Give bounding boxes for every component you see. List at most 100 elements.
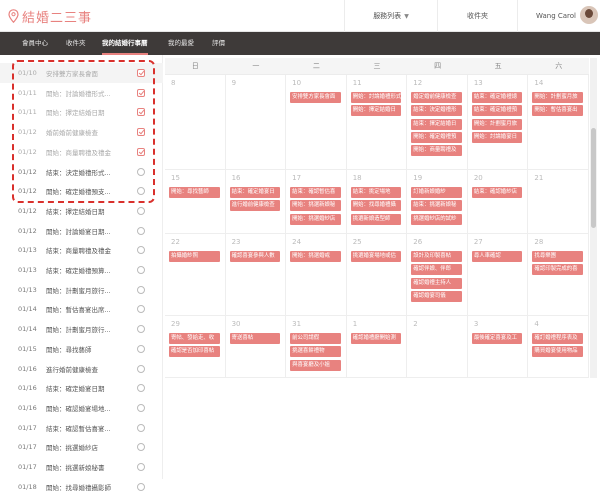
inbox-link[interactable]: 收件夾: [437, 0, 517, 32]
task-list-item[interactable]: 01/16 開始：確認婚宴場地...: [0, 398, 163, 418]
calendar-event[interactable]: 婚定婚前健康檢查: [411, 92, 462, 103]
calendar-event[interactable]: 確認是否加印喜帖: [169, 346, 220, 358]
calendar-event[interactable]: 結束：確認暫估喜: [290, 187, 341, 198]
calendar-event[interactable]: 挑選新娘造型師: [350, 213, 402, 225]
calendar-event[interactable]: 開始：計劃蜜月旅: [471, 118, 523, 130]
calendar-day-cell[interactable]: 30 寄送喜帖: [225, 316, 287, 378]
task-list-item[interactable]: 01/13 結束：確定婚禮預算...: [0, 260, 163, 280]
task-list-item[interactable]: 01/17 開始：挑選婚紗店: [0, 437, 163, 457]
task-checkbox[interactable]: [137, 285, 145, 294]
calendar-day-cell[interactable]: 26 設計及印製喜帖 確認伴娘、伴郎 確認婚禮主持人 確認婚宴司儀: [407, 234, 468, 316]
services-menu[interactable]: 服務列表 ▼: [344, 0, 437, 32]
calendar-day-cell[interactable]: 25 挑選婚宴場地或估: [346, 234, 408, 316]
calendar-event[interactable]: 最後確定喜宴及工: [471, 333, 523, 344]
calendar-day-cell[interactable]: 24 開始：挑選婚戒: [286, 234, 347, 316]
task-checkbox[interactable]: [137, 325, 145, 334]
calendar-event[interactable]: 開始：暫估喜宴出: [532, 105, 583, 117]
calendar-event[interactable]: 開始：計劃蜜月旅: [532, 92, 583, 103]
calendar-day-cell[interactable]: 8: [165, 75, 226, 170]
calendar-day-cell[interactable]: 2: [407, 316, 468, 378]
calendar-day-cell[interactable]: 15 開始：尋找藝師: [165, 170, 226, 234]
calendar-event[interactable]: 結束：挑選新娘秘: [411, 200, 462, 212]
task-checkbox[interactable]: [137, 305, 145, 314]
calendar-event[interactable]: 確認印製完成的喜: [532, 264, 583, 276]
calendar-event[interactable]: 結束：確定婚禮預: [471, 105, 523, 117]
calendar-day-cell[interactable]: 29 寄帖、發給走、收 確認是否加印喜帖: [165, 316, 226, 378]
nav-favorites[interactable]: 我的最愛: [168, 32, 194, 55]
task-checkbox[interactable]: [137, 482, 145, 491]
nav-wedding-calendar[interactable]: 我的結婚行事曆: [102, 32, 148, 55]
calendar-event[interactable]: 開始：挑選新娘秘: [290, 200, 341, 212]
task-checkbox[interactable]: [137, 443, 145, 452]
nav-inbox[interactable]: 收件夾: [66, 32, 86, 55]
scrollbar-thumb[interactable]: [591, 128, 596, 228]
calendar-event[interactable]: 結束：確定婚宴日: [229, 187, 281, 198]
calendar-event[interactable]: 挑選喜餅禮物: [290, 346, 341, 358]
calendar-day-cell[interactable]: 1 確認婚禮廳開始測: [346, 316, 408, 378]
calendar-day-cell[interactable]: 13 結束：確定婚禮總 結束：確定婚禮預 開始：計劃蜜月旅 開始：討論婚宴日: [467, 75, 529, 170]
task-list-item[interactable]: 01/13 結束：商量聘禮及禮金: [0, 240, 163, 260]
calendar-day-cell[interactable]: 17 結束：確認暫估喜 開始：挑選新娘秘 開始：挑選婚紗店: [286, 170, 347, 234]
calendar-event[interactable]: 尋人車確認: [471, 251, 523, 262]
task-list-item[interactable]: 01/17 結束：確認暫估喜宴...: [0, 418, 163, 438]
calendar-event[interactable]: 與喜宴廳及小姐: [290, 359, 341, 371]
task-list-item[interactable]: 01/18 開始：找尋婚禮攝影師: [0, 477, 163, 497]
site-logo[interactable]: 結婚二三事: [8, 6, 92, 26]
calendar-event[interactable]: 開始：尋找藝師: [169, 187, 220, 198]
calendar-event[interactable]: 開始：確定婚禮預: [411, 131, 462, 143]
task-checkbox[interactable]: [137, 226, 145, 235]
task-checkbox[interactable]: [137, 246, 145, 255]
calendar-event[interactable]: 開始：挑選婚紗店: [290, 213, 341, 225]
calendar-event[interactable]: 進行婚前健康檢查: [229, 200, 281, 212]
task-list-item[interactable]: 01/16 結束：確定婚宴日期: [0, 378, 163, 398]
calendar-event[interactable]: 結束：擇定結婚日: [411, 118, 462, 130]
nav-member-center[interactable]: 會員中心: [22, 32, 48, 55]
calendar-day-cell[interactable]: 11 開始：討論婚禮形式 開始：擇定結婚日: [346, 75, 408, 170]
task-list-item[interactable]: 01/13 開始：計劃蜜月旅行...: [0, 280, 163, 300]
calendar-event[interactable]: 挑選婚宴場地或估: [350, 251, 402, 262]
calendar-event[interactable]: 設計及印製喜帖: [411, 251, 462, 262]
task-list-item[interactable]: 01/17 開始：挑選新娘秘書: [0, 457, 163, 477]
calendar-day-cell[interactable]: 28 找尋樂團 確認印製完成的喜: [528, 234, 589, 316]
calendar-day-cell[interactable]: 16 結束：確定婚宴日 進行婚前健康檢查: [225, 170, 287, 234]
calendar-event[interactable]: 寄帖、發給走、收: [169, 333, 220, 344]
calendar-event[interactable]: 結束：確認婚紗店: [471, 187, 523, 198]
task-checkbox[interactable]: [137, 463, 145, 471]
calendar-event[interactable]: 挑選婚紗店的試紗: [411, 213, 462, 225]
calendar-event[interactable]: 開始：討論婚禮形式: [350, 92, 402, 103]
calendar-event[interactable]: 訂婚新娘婚紗: [411, 187, 462, 198]
task-checkbox[interactable]: [137, 423, 145, 432]
calendar-day-cell[interactable]: 10 安排雙方家長會面: [286, 75, 347, 170]
calendar-event[interactable]: 確認婚宴司儀: [411, 290, 462, 302]
calendar-event[interactable]: 開始：商量聘禮及: [411, 145, 462, 157]
task-list-item[interactable]: 01/12 開始：討論婚宴日期...: [0, 221, 163, 241]
calendar-event[interactable]: 結束：確定婚禮總: [471, 92, 523, 103]
calendar-day-cell[interactable]: 19 訂婚新娘婚紗 結束：挑選新娘秘 挑選婚紗店的試紗: [407, 170, 468, 234]
calendar-event[interactable]: 找尋樂團: [532, 251, 583, 262]
calendar-event[interactable]: 寄送喜帖: [229, 333, 281, 344]
calendar-event[interactable]: 購買婚宴使用物品: [532, 346, 583, 358]
task-list-item[interactable]: 01/14 開始：計劃蜜月旅行...: [0, 319, 163, 339]
calendar-event[interactable]: 確認婚禮廳開始測: [350, 333, 402, 344]
calendar-day-cell[interactable]: 22 拍攝婚紗照: [165, 234, 226, 316]
calendar-event[interactable]: 開始：討論婚宴日: [471, 131, 523, 143]
task-checkbox[interactable]: [137, 344, 145, 353]
task-checkbox[interactable]: [137, 364, 145, 373]
task-list-item[interactable]: 01/14 開始：暫估喜宴出席...: [0, 299, 163, 319]
calendar-day-cell[interactable]: 12 婚定婚前健康檢查 結束：決定婚禮形 結束：擇定結婚日 開始：確定婚禮預 開始：商量聘…: [407, 75, 468, 170]
nav-reviews[interactable]: 評價: [212, 32, 225, 55]
task-checkbox[interactable]: [137, 266, 145, 274]
task-checkbox[interactable]: [137, 206, 145, 215]
calendar-day-cell[interactable]: 18 結束：挑定場地 開始：找尋婚禮攝 挑選新娘造型師: [346, 170, 408, 234]
calendar-event[interactable]: 拍攝婚紗照: [169, 251, 220, 262]
calendar-day-cell[interactable]: 31 前公司請假 挑選喜餅禮物 與喜宴廳及小姐: [286, 316, 347, 378]
calendar-event[interactable]: 開始：找尋婚禮攝: [350, 200, 402, 212]
calendar-day-cell[interactable]: 21: [528, 170, 589, 234]
calendar-day-cell[interactable]: 3 最後確定喜宴及工: [467, 316, 529, 378]
calendar-event[interactable]: 確訂婚禮程序表及: [532, 333, 583, 344]
calendar-day-cell[interactable]: 23 確認喜宴參與人數: [225, 234, 287, 316]
calendar-event[interactable]: 結束：挑定場地: [350, 187, 402, 198]
task-list-item[interactable]: 01/15 開始：尋找藝師: [0, 339, 163, 359]
avatar[interactable]: [580, 6, 598, 24]
task-list-item[interactable]: 01/12 結束：擇定結婚日期: [0, 201, 163, 221]
